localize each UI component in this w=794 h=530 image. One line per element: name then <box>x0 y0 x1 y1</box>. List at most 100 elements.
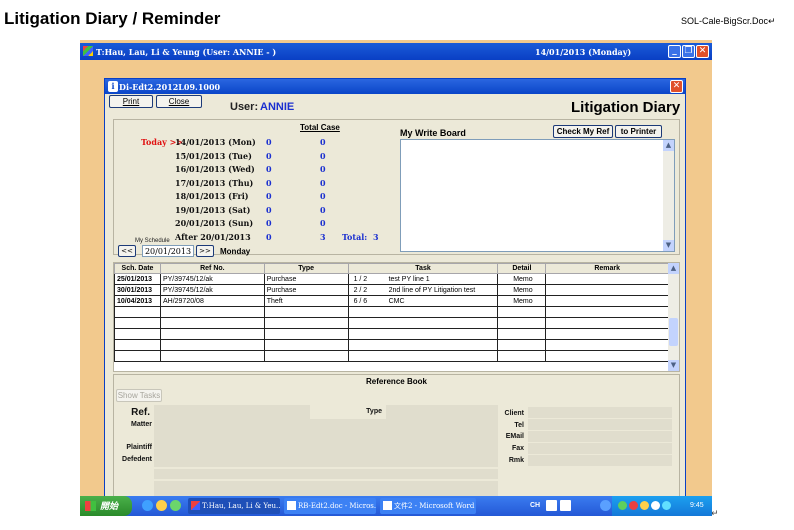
cell-remark[interactable] <box>545 295 669 307</box>
fax-field[interactable] <box>528 443 672 454</box>
cell-type[interactable]: Purchase <box>263 273 349 285</box>
cell-sch-date[interactable]: 10/04/2013 <box>114 295 161 307</box>
email-field[interactable] <box>528 431 672 442</box>
schedule-date-input[interactable]: 20/01/2013 <box>142 245 194 257</box>
cell-task[interactable] <box>347 350 499 362</box>
tel-field[interactable] <box>528 419 672 430</box>
cell-detail[interactable] <box>497 306 547 318</box>
cell-remark[interactable] <box>545 328 669 340</box>
matter-field[interactable] <box>154 419 498 467</box>
cell-sch-date[interactable] <box>114 328 161 340</box>
quicklaunch-ie-icon[interactable] <box>142 500 153 511</box>
cell-ref-no[interactable] <box>159 317 265 329</box>
scroll-up-icon[interactable]: ▲ <box>663 140 674 151</box>
cell-sch-date[interactable]: 25/01/2013 <box>114 273 161 285</box>
tray-network-icon[interactable] <box>618 501 627 510</box>
start-button[interactable]: 開始 <box>80 496 132 516</box>
cell-type[interactable] <box>263 350 349 362</box>
cell-type[interactable] <box>263 306 349 318</box>
tray-misc-icon[interactable] <box>662 501 671 510</box>
ime-keyboard-icon[interactable] <box>546 500 557 511</box>
next-week-button[interactable]: >> <box>196 245 214 257</box>
taskbar-item-word-doc[interactable]: RB-Edt2.doc - Micros... <box>284 498 376 514</box>
tray-update-icon[interactable] <box>651 501 660 510</box>
table-row[interactable]: 30/01/2013 PY/39745/12/ak Purchase 2 / 2 2nd… <box>114 284 669 296</box>
ime-help-icon[interactable] <box>560 500 571 511</box>
column-header[interactable]: Task <box>347 263 499 274</box>
cell-ref-no[interactable]: PY/39745/12/ak <box>159 273 265 285</box>
cell-type[interactable]: Purchase <box>263 284 349 296</box>
cell-ref-no[interactable] <box>159 306 265 318</box>
taskbar-item-word-doc2[interactable]: 文件2 - Microsoft Word <box>380 498 476 514</box>
scroll-thumb[interactable] <box>669 318 678 346</box>
table-row[interactable] <box>114 317 669 329</box>
table-row[interactable] <box>114 339 669 351</box>
cell-sch-date[interactable] <box>114 339 161 351</box>
to-printer-button[interactable]: to Printer <box>615 125 662 138</box>
ref-field[interactable] <box>154 405 310 419</box>
writeboard-scrollbar[interactable]: ▲ ▼ <box>663 140 674 251</box>
plaintiff-field[interactable] <box>154 469 498 479</box>
tray-security-icon[interactable] <box>629 501 638 510</box>
cell-remark[interactable] <box>545 284 669 296</box>
cell-ref-no[interactable]: PY/39745/12/ak <box>159 284 265 296</box>
taskbar-item-diary[interactable]: T:Hau, Lau, Li & Yeu... <box>188 498 280 514</box>
minimize-icon[interactable]: _ <box>668 45 681 58</box>
cell-task[interactable] <box>347 306 499 318</box>
column-header[interactable]: Detail <box>497 263 547 274</box>
cell-type[interactable]: Theft <box>263 295 349 307</box>
close-button[interactable]: Close <box>156 95 202 108</box>
main-window-titlebar[interactable]: T:Hau, Lau, Li & Yeung (User: ANNIE - ) … <box>80 43 712 60</box>
dialog-titlebar[interactable]: i Di-Edt2.2012L09.1000 ✕ <box>105 79 685 94</box>
table-row[interactable] <box>114 306 669 318</box>
scroll-down-icon[interactable]: ▼ <box>668 360 679 371</box>
cell-sch-date[interactable]: 30/01/2013 <box>114 284 161 296</box>
check-my-ref-button[interactable]: Check My Ref <box>553 125 613 138</box>
cell-detail[interactable] <box>497 317 547 329</box>
ime-indicator[interactable]: CH <box>530 496 540 516</box>
cell-ref-no[interactable]: AH/29720/08 <box>159 295 265 307</box>
column-header[interactable]: Sch. Date <box>114 263 161 274</box>
cell-remark[interactable] <box>545 273 669 285</box>
cell-ref-no[interactable] <box>159 350 265 362</box>
table-row[interactable] <box>114 350 669 362</box>
type-field[interactable] <box>386 405 498 419</box>
cell-sch-date[interactable] <box>114 350 161 362</box>
cell-task[interactable] <box>347 317 499 329</box>
tray-volume-icon[interactable] <box>640 501 649 510</box>
prev-week-button[interactable]: << <box>118 245 136 257</box>
quicklaunch-media-icon[interactable] <box>156 500 167 511</box>
scroll-down-icon[interactable]: ▼ <box>663 240 674 251</box>
cell-detail[interactable] <box>497 350 547 362</box>
cell-task[interactable] <box>347 339 499 351</box>
cell-type[interactable] <box>263 317 349 329</box>
table-row[interactable]: 25/01/2013 PY/39745/12/ak Purchase 1 / 2 tes… <box>114 273 669 285</box>
cell-remark[interactable] <box>545 306 669 318</box>
column-header[interactable]: Ref No. <box>159 263 265 274</box>
rmk-field[interactable] <box>528 455 672 466</box>
writeboard-textarea[interactable]: ▲ ▼ <box>400 139 675 252</box>
cell-sch-date[interactable] <box>114 306 161 318</box>
cell-remark[interactable] <box>545 339 669 351</box>
cell-remark[interactable] <box>545 350 669 362</box>
tray-expand-icon[interactable] <box>600 500 611 511</box>
cell-detail[interactable]: Memo <box>497 295 547 307</box>
grid-scrollbar[interactable]: ▲ ▼ <box>668 263 679 371</box>
cell-sch-date[interactable] <box>114 317 161 329</box>
cell-task[interactable]: 6 / 6 CMC <box>347 295 499 307</box>
scroll-up-icon[interactable]: ▲ <box>668 263 679 274</box>
client-field[interactable] <box>528 407 672 418</box>
show-tasks-button[interactable]: Show Tasks <box>116 389 162 402</box>
column-header[interactable]: Remark <box>545 263 669 274</box>
cell-task[interactable] <box>347 328 499 340</box>
cell-task[interactable]: 2 / 2 2nd line of PY Litigation test <box>347 284 499 296</box>
print-button[interactable]: Print <box>109 95 153 108</box>
table-row[interactable]: 10/04/2013 AH/29720/08 Theft 6 / 6 CMC Memo <box>114 295 669 307</box>
table-row[interactable] <box>114 328 669 340</box>
cell-detail[interactable] <box>497 339 547 351</box>
restore-icon[interactable]: ❐ <box>682 45 695 58</box>
cell-ref-no[interactable] <box>159 339 265 351</box>
close-window-icon[interactable]: ✕ <box>696 45 709 58</box>
cell-task[interactable]: 1 / 2 test PY line 1 <box>347 273 499 285</box>
cell-detail[interactable]: Memo <box>497 284 547 296</box>
